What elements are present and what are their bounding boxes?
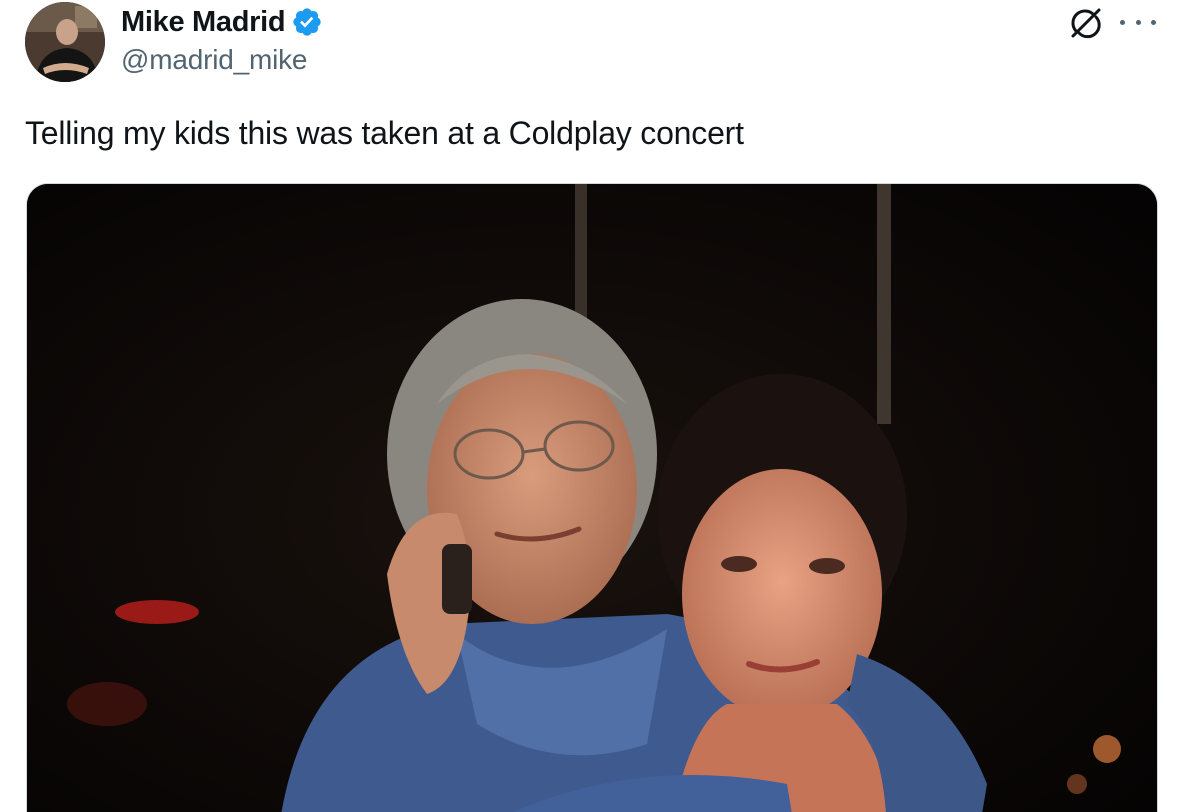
author-avatar[interactable] <box>25 2 105 82</box>
tweet-text: Telling my kids this was taken at a Cold… <box>25 115 744 151</box>
more-dots-icon[interactable] <box>1120 10 1156 34</box>
author-handle[interactable]: @madrid_mike <box>121 44 308 76</box>
tweet: Mike Madrid @madrid_mike Telling my kids… <box>0 0 1202 812</box>
author-display-name[interactable]: Mike Madrid <box>121 6 286 39</box>
tweet-photo[interactable] <box>26 183 1158 812</box>
verified-badge-icon[interactable] <box>291 6 323 38</box>
grok-icon[interactable] <box>1068 5 1104 41</box>
author-display-name-row[interactable]: Mike Madrid <box>121 3 323 41</box>
